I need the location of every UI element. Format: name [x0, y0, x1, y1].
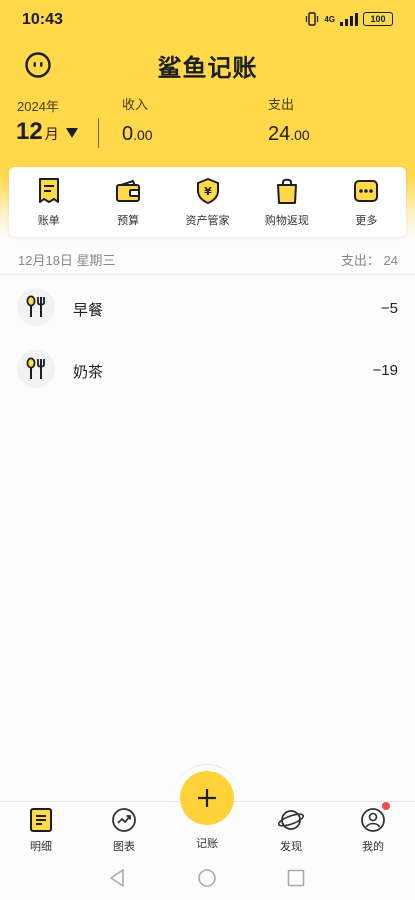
status-icons: 4G 100	[305, 12, 393, 26]
tab-chart[interactable]: 图表	[94, 802, 154, 854]
quick-cashback-label: 购物返现	[264, 215, 309, 227]
quick-more-label: 更多	[355, 215, 378, 227]
tab-chart-label: 图表	[113, 841, 135, 853]
month-number: 12	[16, 118, 43, 145]
signal-icon	[340, 12, 358, 26]
tab-discover[interactable]: 发现	[261, 802, 321, 854]
record-name: 奶茶	[73, 364, 104, 381]
record-amount: −19	[372, 362, 398, 379]
back-icon[interactable]	[108, 868, 128, 888]
expense-value: 24.00	[268, 123, 310, 145]
quick-actions-card: 账单 预算 ¥ 资产管家 购物返现 更多	[9, 167, 406, 237]
quick-bill[interactable]: 账单	[9, 167, 88, 237]
day-date: 12月18日 星期三	[18, 253, 116, 268]
vibrate-icon	[306, 12, 319, 26]
plus-icon	[198, 789, 216, 807]
recents-icon[interactable]	[286, 868, 306, 888]
fork-spoon-icon	[26, 295, 45, 317]
header-divider	[98, 118, 99, 148]
quick-cashback[interactable]: 购物返现	[247, 167, 326, 237]
tab-detail-label: 明细	[30, 841, 52, 853]
income-label: 收入	[122, 97, 149, 112]
system-nav-bar	[0, 856, 415, 900]
fork-spoon-icon	[26, 357, 45, 379]
status-bar: 10:43 4G 100	[0, 0, 415, 40]
status-time: 10:43	[22, 11, 63, 28]
expense-label: 支出	[268, 97, 295, 112]
quick-bill-label: 账单	[37, 215, 60, 227]
year-label: 2024年	[17, 99, 59, 114]
day-group-header: 12月18日 星期三 支出： 24	[0, 245, 415, 275]
quick-assets-label: 资产管家	[185, 215, 230, 227]
tab-add-label: 记账	[196, 838, 218, 850]
battery-icon: 100	[363, 12, 393, 26]
add-record-button[interactable]	[180, 771, 234, 825]
planet-icon	[278, 810, 304, 830]
list-item[interactable]: 早餐 −5	[0, 280, 415, 336]
network-type: 4G	[324, 14, 335, 24]
quick-more[interactable]: 更多	[327, 167, 406, 237]
tab-discover-label: 发现	[280, 841, 302, 853]
day-expense-summary: 支出： 24	[340, 253, 398, 268]
asset-shield-icon: ¥	[196, 178, 219, 204]
month-unit: 月	[44, 126, 59, 142]
more-icon	[354, 180, 379, 202]
record-name: 早餐	[73, 302, 104, 319]
quick-budget[interactable]: 预算	[88, 167, 167, 237]
budget-wallet-icon	[116, 180, 141, 202]
tab-detail[interactable]: 明细	[11, 802, 71, 854]
list-item[interactable]: 奶茶 −19	[0, 342, 415, 398]
dropdown-triangle-icon	[65, 128, 78, 138]
income-value: 0.00	[122, 123, 153, 145]
month-selector[interactable]: 12 月	[16, 118, 79, 146]
home-icon[interactable]	[197, 868, 217, 888]
quick-budget-label: 预算	[117, 215, 140, 227]
record-amount: −5	[380, 300, 398, 317]
list-detail-icon	[30, 808, 52, 832]
tab-mine-label: 我的	[362, 841, 384, 853]
shopping-bag-icon	[276, 178, 297, 204]
quick-assets[interactable]: ¥ 资产管家	[168, 167, 247, 237]
category-icon-bg	[17, 288, 55, 326]
app-title: 鲨鱼记账	[157, 54, 258, 82]
bill-icon	[38, 178, 59, 203]
tab-mine[interactable]: 我的	[343, 802, 403, 854]
chart-icon	[112, 808, 136, 832]
user-icon	[361, 808, 385, 832]
category-icon-bg	[17, 350, 55, 388]
notification-badge	[382, 802, 390, 810]
svg-text:¥: ¥	[204, 185, 212, 198]
